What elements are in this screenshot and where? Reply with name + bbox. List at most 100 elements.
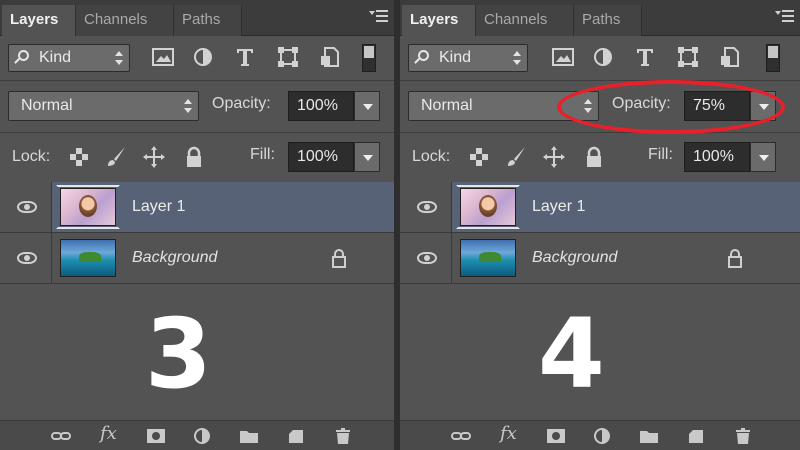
tab-layers[interactable]: Layers (402, 5, 476, 36)
filter-row: Kind (400, 36, 800, 80)
panel-footer: fx (400, 420, 800, 450)
panel-footer: fx (0, 420, 394, 450)
lock-position-icon[interactable] (142, 145, 166, 169)
tab-paths[interactable]: Paths (574, 5, 642, 36)
opacity-input[interactable]: 100% (288, 91, 354, 121)
folder-icon[interactable] (238, 427, 260, 445)
trash-icon[interactable] (332, 427, 354, 445)
tab-channels[interactable]: Channels (476, 5, 574, 36)
layer-name: Layer 1 (132, 198, 186, 215)
new-layer-icon[interactable] (685, 427, 707, 445)
kind-filter-label: Kind (39, 49, 72, 66)
updown-arrow-icon (115, 51, 123, 65)
lock-transparent-pixels-icon[interactable] (67, 145, 91, 169)
pixel-filter-icon[interactable] (150, 45, 176, 69)
fx-icon[interactable]: fx (100, 423, 122, 444)
lock-icon (728, 249, 742, 268)
blend-mode-select[interactable]: Normal (8, 91, 199, 121)
adjustment-icon[interactable] (192, 427, 214, 445)
type-filter-icon[interactable] (632, 45, 658, 69)
filter-row: Kind (0, 36, 394, 80)
eye-icon (17, 252, 37, 264)
filter-toggle-switch[interactable] (766, 44, 780, 72)
step-number: 3 (145, 298, 212, 410)
lock-icon (332, 249, 346, 268)
kind-filter-label: Kind (439, 49, 472, 66)
adjustment-filter-icon[interactable] (190, 45, 216, 69)
lock-row: Lock: Fill: 100% (400, 132, 800, 182)
layer-name: Layer 1 (532, 198, 586, 215)
new-layer-icon[interactable] (285, 427, 307, 445)
visibility-toggle[interactable] (0, 182, 52, 232)
layer-name: Background (132, 249, 218, 266)
search-icon (418, 50, 429, 61)
mask-icon[interactable] (545, 427, 567, 445)
tab-paths[interactable]: Paths (174, 5, 242, 36)
screenshot: Layers Channels Paths Kind Normal Opacit… (0, 0, 800, 450)
fill-input[interactable]: 100% (288, 142, 354, 172)
fill-dropdown-button[interactable] (354, 142, 380, 172)
lock-row: Lock: Fill: 100% (0, 132, 394, 182)
visibility-toggle[interactable] (400, 182, 452, 232)
eye-icon (17, 201, 37, 213)
eye-icon (417, 252, 437, 264)
eye-icon (417, 201, 437, 213)
layer-row-background[interactable]: Background (0, 233, 394, 284)
layer-thumbnail (456, 185, 520, 229)
lock-label: Lock: (12, 148, 51, 165)
smart-object-filter-icon[interactable] (317, 45, 343, 69)
panel-menu-icon[interactable] (368, 9, 390, 25)
type-filter-icon[interactable] (232, 45, 258, 69)
layer-row-layer-1[interactable]: Layer 1 (400, 182, 800, 233)
adjustment-filter-icon[interactable] (590, 45, 616, 69)
opacity-label: Opacity: (212, 95, 271, 112)
opacity-dropdown-button[interactable] (354, 91, 380, 121)
lock-all-icon[interactable] (582, 145, 606, 169)
fill-label: Fill: (648, 146, 673, 163)
layers-panel-step-4: Layers Channels Paths Kind Normal Opacit… (400, 0, 800, 450)
lock-transparent-pixels-icon[interactable] (467, 145, 491, 169)
folder-icon[interactable] (638, 427, 660, 445)
layer-row-background[interactable]: Background (400, 233, 800, 284)
layers-panel-step-3: Layers Channels Paths Kind Normal Opacit… (0, 0, 394, 450)
search-icon (18, 50, 29, 61)
visibility-toggle[interactable] (0, 233, 52, 283)
fill-label: Fill: (250, 146, 275, 163)
adjustment-icon[interactable] (592, 427, 614, 445)
tab-channels[interactable]: Channels (76, 5, 174, 36)
visibility-toggle[interactable] (400, 233, 452, 283)
layer-thumbnail (60, 239, 116, 277)
link-icon[interactable] (50, 427, 72, 445)
trash-icon[interactable] (732, 427, 754, 445)
kind-filter-select[interactable]: Kind (8, 44, 130, 72)
opacity-highlight-ring (557, 80, 785, 134)
tab-layers[interactable]: Layers (2, 5, 76, 36)
fx-icon[interactable]: fx (500, 423, 522, 444)
fill-dropdown-button[interactable] (750, 142, 776, 172)
lock-label: Lock: (412, 148, 451, 165)
shape-filter-icon[interactable] (675, 45, 701, 69)
pixel-filter-icon[interactable] (550, 45, 576, 69)
layer-thumbnail (56, 185, 120, 229)
layer-thumbnail (460, 239, 516, 277)
link-icon[interactable] (450, 427, 472, 445)
panel-menu-icon[interactable] (774, 9, 796, 25)
fill-input[interactable]: 100% (684, 142, 750, 172)
shape-filter-icon[interactable] (275, 45, 301, 69)
smart-object-filter-icon[interactable] (717, 45, 743, 69)
lock-position-icon[interactable] (542, 145, 566, 169)
step-number: 4 (538, 298, 605, 410)
updown-arrow-icon (513, 51, 521, 65)
mask-icon[interactable] (145, 427, 167, 445)
lock-image-pixels-icon[interactable] (104, 145, 128, 169)
blend-mode-label: Normal (421, 97, 473, 114)
panel-tab-bar: Layers Channels Paths (400, 0, 800, 36)
updown-arrow-icon (184, 99, 192, 113)
filter-toggle-switch[interactable] (362, 44, 376, 72)
panel-tab-bar: Layers Channels Paths (0, 0, 394, 36)
blend-row: Normal Opacity: 100% (0, 80, 394, 132)
lock-all-icon[interactable] (182, 145, 206, 169)
layer-row-layer-1[interactable]: Layer 1 (0, 182, 394, 233)
lock-image-pixels-icon[interactable] (504, 145, 528, 169)
kind-filter-select[interactable]: Kind (408, 44, 528, 72)
